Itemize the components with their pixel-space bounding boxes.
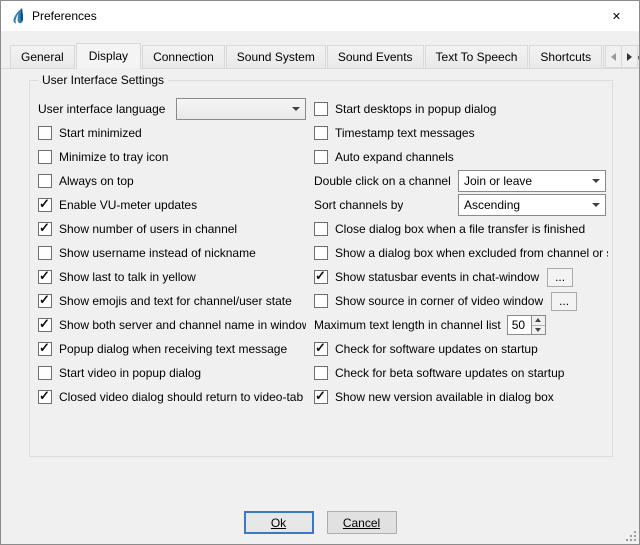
double-click-label: Double click on a channel [314,174,451,188]
checkbox-icon[interactable] [38,390,52,404]
app-icon [9,7,27,25]
checkbox-video-popup[interactable]: Start video in popup dialog [38,361,306,385]
checkbox-icon[interactable] [38,222,52,236]
checkbox-start-minimized[interactable]: Start minimized [38,121,306,145]
checkbox-icon[interactable] [38,150,52,164]
checkbox-icon[interactable] [38,174,52,188]
checkbox-check-updates[interactable]: Check for software updates on startup [314,337,608,361]
chevron-down-icon [587,171,605,191]
checkbox-video-source-corner[interactable]: Show source in corner of video window ..… [314,289,608,313]
cancel-button[interactable]: Cancel [327,511,397,534]
checkbox-icon[interactable] [314,366,328,380]
double-click-value: Join or leave [464,174,532,188]
checkbox-icon[interactable] [314,342,328,356]
sort-channels-label: Sort channels by [314,198,403,212]
tab-sound-system[interactable]: Sound System [226,45,326,68]
spin-down-icon[interactable] [532,325,545,335]
resize-grip[interactable] [624,529,637,542]
tab-connection[interactable]: Connection [142,45,225,68]
sort-channels-select[interactable]: Ascending [458,194,606,216]
max-text-length-value[interactable]: 50 [507,315,531,335]
checkbox-statusbar-events[interactable]: Show statusbar events in chat-window ... [314,265,608,289]
tab-general[interactable]: General [10,45,75,68]
window-title: Preferences [32,9,97,23]
statusbar-events-more-button[interactable]: ... [547,268,573,287]
ui-settings-group: User Interface Settings User interface l… [29,80,613,457]
checkbox-icon[interactable] [38,198,52,212]
checkbox-minimize-to-tray[interactable]: Minimize to tray icon [38,145,306,169]
sort-channels-row: Sort channels by Ascending [314,193,608,217]
checkbox-icon[interactable] [314,150,328,164]
tab-sound-events[interactable]: Sound Events [327,45,424,68]
tab-bar: General Display Connection Sound System … [1,44,639,68]
double-click-row: Double click on a channel Join or leave [314,169,608,193]
tab-shortcuts[interactable]: Shortcuts [529,45,602,68]
sort-channels-value: Ascending [464,198,520,212]
tab-text-to-speech[interactable]: Text To Speech [425,45,529,68]
spin-up-icon[interactable] [532,316,545,325]
chevron-down-icon [587,195,605,215]
tab-display[interactable]: Display [76,43,141,69]
checkbox-icon[interactable] [38,342,52,356]
checkbox-show-user-count[interactable]: Show number of users in channel [38,217,306,241]
video-source-more-button[interactable]: ... [551,292,577,311]
checkbox-close-on-transfer[interactable]: Close dialog box when a file transfer is… [314,217,608,241]
checkbox-icon[interactable] [314,126,328,140]
preferences-dialog: Preferences ✕ General Display Connection… [0,0,640,545]
ok-button[interactable]: Ok [244,511,314,534]
tab-scroller [606,45,638,68]
language-row: User interface language [38,97,306,121]
checkbox-desktops-popup[interactable]: Start desktops in popup dialog [314,97,608,121]
tab-scroll-right-icon[interactable] [621,45,638,68]
max-text-length-row: Maximum text length in channel list 50 [314,313,608,337]
checkbox-icon[interactable] [314,246,328,260]
checkbox-icon[interactable] [314,222,328,236]
checkbox-closed-video-return[interactable]: Closed video dialog should return to vid… [38,385,306,409]
checkbox-icon[interactable] [38,366,52,380]
checkbox-last-to-talk[interactable]: Show last to talk in yellow [38,265,306,289]
checkbox-vu-meter[interactable]: Enable VU-meter updates [38,193,306,217]
checkbox-icon[interactable] [314,102,328,116]
tab-page-display: User Interface Settings User interface l… [1,68,639,544]
double-click-select[interactable]: Join or leave [458,170,606,192]
titlebar: Preferences ✕ [1,1,639,31]
checkbox-icon[interactable] [314,270,328,284]
group-title: User Interface Settings [38,73,168,87]
checkbox-server-channel-title[interactable]: Show both server and channel name in win… [38,313,306,337]
checkbox-icon[interactable] [38,318,52,332]
checkbox-icon[interactable] [38,294,52,308]
language-select[interactable] [176,98,306,120]
close-icon[interactable]: ✕ [594,1,639,31]
checkbox-icon[interactable] [38,126,52,140]
left-column: User interface language Start minimized … [38,97,306,409]
chevron-down-icon [287,99,305,119]
checkbox-icon[interactable] [38,270,52,284]
checkbox-auto-expand[interactable]: Auto expand channels [314,145,608,169]
checkbox-new-version-dialog[interactable]: Show new version available in dialog box [314,385,608,409]
right-column: Start desktops in popup dialog Timestamp… [314,97,608,409]
checkbox-check-beta-updates[interactable]: Check for beta software updates on start… [314,361,608,385]
checkbox-icon[interactable] [38,246,52,260]
language-label: User interface language [38,102,165,116]
checkbox-timestamp-messages[interactable]: Timestamp text messages [314,121,608,145]
max-text-length-label: Maximum text length in channel list [314,318,501,332]
dialog-buttons: Ok Cancel [1,511,639,534]
max-text-length-stepper[interactable]: 50 [507,315,546,335]
checkbox-icon[interactable] [314,294,328,308]
tab-scroll-left-icon[interactable] [605,45,622,68]
checkbox-show-emojis[interactable]: Show emojis and text for channel/user st… [38,289,306,313]
checkbox-excluded-dialog[interactable]: Show a dialog box when excluded from cha… [314,241,608,265]
checkbox-icon[interactable] [314,390,328,404]
checkbox-show-username[interactable]: Show username instead of nickname [38,241,306,265]
checkbox-popup-text-message[interactable]: Popup dialog when receiving text message [38,337,306,361]
checkbox-always-on-top[interactable]: Always on top [38,169,306,193]
